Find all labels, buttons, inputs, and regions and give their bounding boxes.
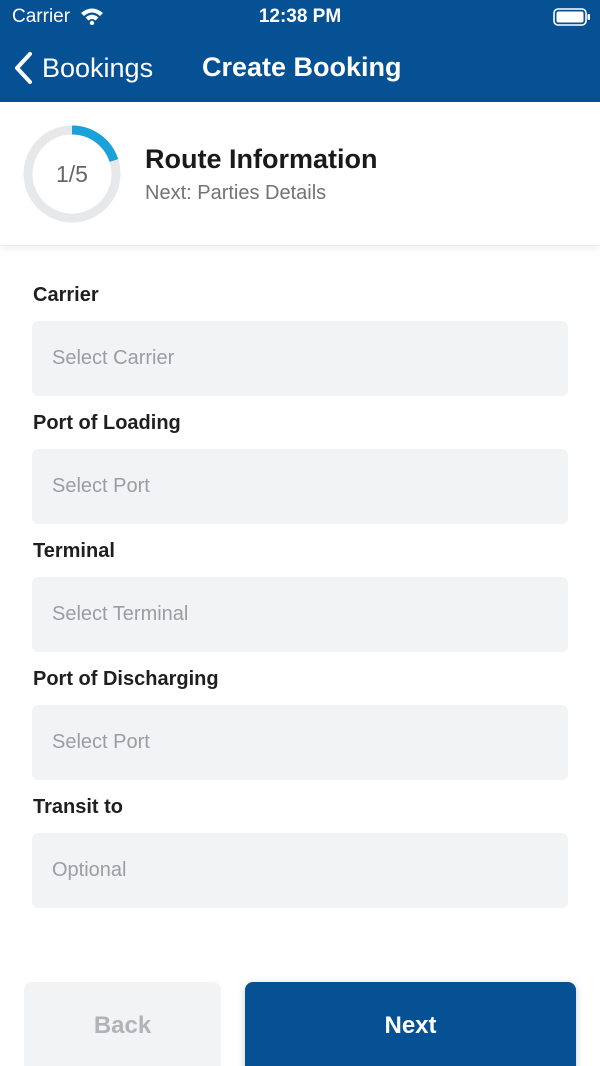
status-bar: Carrier 12:38 PM bbox=[0, 0, 600, 34]
port-of-discharging-select[interactable]: Select Port bbox=[32, 705, 568, 780]
step-counter: 1/5 bbox=[56, 161, 88, 187]
step-title: Route Information bbox=[145, 144, 378, 174]
back-button-label: Bookings bbox=[42, 52, 154, 83]
next-step-hint: Next: Parties Details bbox=[145, 182, 327, 204]
terminal-select[interactable]: Select Terminal bbox=[32, 577, 568, 652]
carrier-select[interactable]: Select Carrier bbox=[32, 321, 568, 396]
app-header: Carrier 12:38 PM Bookings Create Booking bbox=[0, 0, 600, 102]
carrier-label: Carrier bbox=[33, 284, 99, 306]
port-of-loading-select[interactable]: Select Port bbox=[32, 449, 568, 524]
battery-icon bbox=[553, 8, 590, 26]
status-time: 12:38 PM bbox=[258, 6, 342, 27]
page-title: Create Booking bbox=[202, 52, 402, 82]
back-button[interactable]: Back bbox=[24, 982, 221, 1066]
chevron-left-icon bbox=[15, 52, 32, 84]
next-button[interactable]: Next bbox=[245, 982, 576, 1066]
transit-to-input[interactable]: Optional bbox=[32, 833, 568, 908]
step-progress-panel: 1/5 Route Information Next: Parties Deta… bbox=[0, 102, 600, 246]
port-of-discharging-label: Port of Discharging bbox=[33, 668, 219, 690]
terminal-label: Terminal bbox=[33, 540, 115, 562]
port-of-loading-label: Port of Loading bbox=[33, 412, 181, 434]
back-to-bookings-button[interactable]: Bookings bbox=[12, 48, 153, 88]
transit-to-label: Transit to bbox=[33, 796, 124, 818]
